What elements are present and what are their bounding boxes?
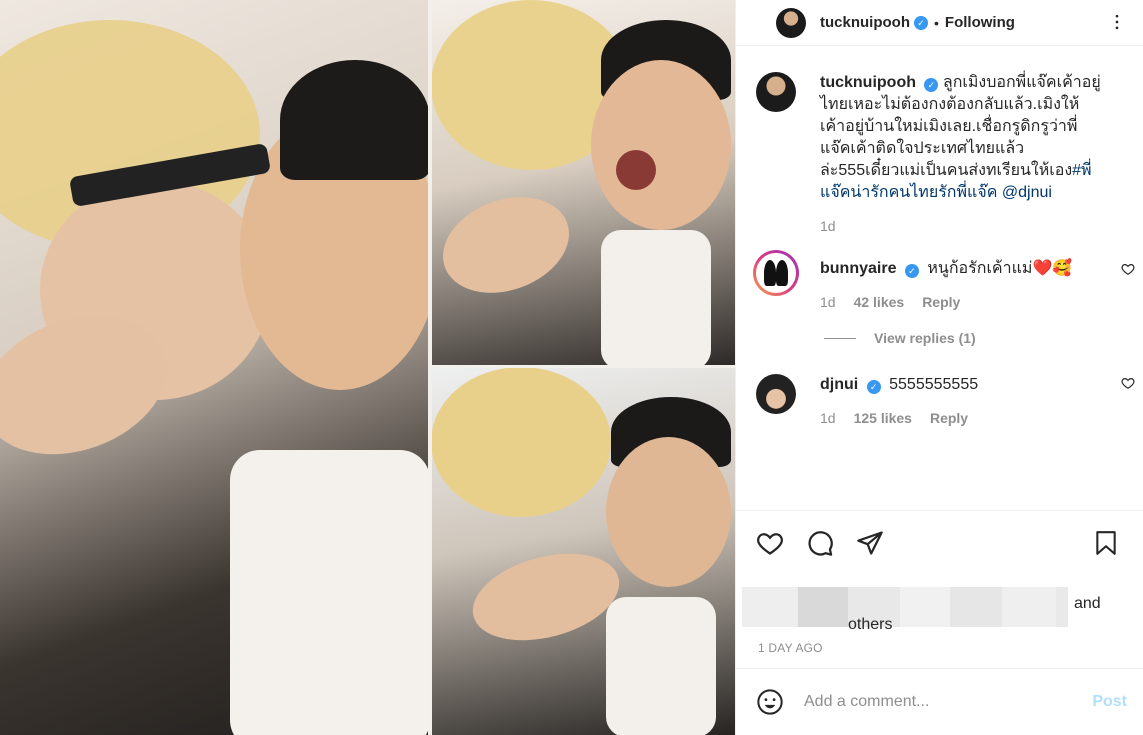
- comment-meta: 1d 125 likes Reply: [820, 410, 1103, 426]
- comment-meta: 1d 42 likes Reply: [820, 294, 1103, 310]
- verified-icon: ✓: [866, 380, 881, 394]
- verified-icon: ✓: [914, 15, 928, 30]
- comment-username[interactable]: bunnyaire: [820, 260, 896, 277]
- comment-body: หนูก้อรักเค้าแม่: [927, 260, 1033, 277]
- post-media[interactable]: [0, 0, 735, 735]
- comment-input[interactable]: Add a comment...: [804, 693, 1092, 711]
- comment-time: 1d: [820, 410, 836, 426]
- caption-mention[interactable]: @djnui: [1002, 184, 1052, 201]
- replies-line: [824, 337, 856, 339]
- comment-item: bunnyaire ✓ หนูก้อรักเค้าแม่❤️🥰 1d 42 li…: [736, 250, 1143, 310]
- bookmark-icon[interactable]: [1093, 529, 1119, 557]
- collage-divider: [431, 365, 735, 368]
- likes-summary: and others: [742, 583, 1127, 634]
- blurred-avatar: [742, 587, 798, 627]
- photo-panel-top-right: [431, 0, 735, 367]
- post-header: tucknuipooh ✓ • Following: [736, 0, 1143, 46]
- author-avatar[interactable]: [776, 7, 806, 38]
- comment-text: djnui ✓ 5555555555: [820, 374, 1103, 396]
- reply-button[interactable]: Reply: [922, 294, 960, 310]
- verified-icon: ✓: [924, 78, 939, 92]
- comment-username[interactable]: djnui: [820, 376, 858, 393]
- more-icon[interactable]: [1107, 12, 1127, 32]
- comment-body: 5555555555: [889, 376, 979, 393]
- comment-likes[interactable]: 42 likes: [854, 294, 905, 310]
- add-comment-bar: Add a comment... Post: [736, 668, 1143, 735]
- action-bar: [756, 529, 1127, 557]
- heart-icon[interactable]: [1121, 262, 1135, 276]
- heart-icon[interactable]: [756, 529, 784, 557]
- likes-others-link[interactable]: others: [848, 616, 892, 634]
- comment-icon[interactable]: [806, 529, 834, 557]
- blurred-avatar: [900, 587, 950, 627]
- author-avatar[interactable]: [756, 72, 796, 112]
- caption-username[interactable]: tucknuipooh: [820, 74, 916, 91]
- likes-and-text: and: [1074, 595, 1101, 612]
- post-sidebar: tucknuipooh ✓ • Following tucknuipooh ✓ …: [735, 0, 1143, 735]
- reply-button[interactable]: Reply: [930, 410, 968, 426]
- view-replies-label: View replies (1): [874, 330, 976, 346]
- caption-meta: 1d: [820, 218, 1103, 234]
- commenter-avatar[interactable]: [756, 374, 796, 414]
- emoji-icon[interactable]: [756, 688, 784, 716]
- comment-text: bunnyaire ✓ หนูก้อรักเค้าแม่❤️🥰: [820, 250, 1103, 280]
- caption-text: tucknuipooh ✓ ลูกเมิงบอกพี่แจ๊คเค้าอยู่ไ…: [820, 72, 1103, 204]
- caption: tucknuipooh ✓ ลูกเมิงบอกพี่แจ๊คเค้าอยู่ไ…: [736, 72, 1143, 234]
- post-button[interactable]: Post: [1092, 693, 1127, 711]
- caption-time: 1d: [820, 218, 836, 234]
- following-button[interactable]: Following: [945, 14, 1015, 31]
- photo-panel-left: [0, 0, 431, 735]
- photo-panel-bottom-right: [431, 367, 735, 735]
- heart-icon[interactable]: [1121, 376, 1135, 390]
- post-timestamp: 1 DAY AGO: [758, 641, 823, 655]
- blurred-avatar: [1056, 587, 1068, 627]
- blurred-avatar: [1002, 587, 1056, 627]
- share-icon[interactable]: [856, 529, 884, 557]
- blurred-avatar: [950, 587, 1002, 627]
- commenter-avatar[interactable]: [753, 250, 799, 296]
- comment-likes[interactable]: 125 likes: [854, 410, 912, 426]
- comment-item: djnui ✓ 5555555555 1d 125 likes Reply: [736, 374, 1143, 426]
- post-actions: and others 1 DAY AGO: [736, 510, 1143, 655]
- author-username[interactable]: tucknuipooh: [820, 14, 910, 31]
- comment-time: 1d: [820, 294, 836, 310]
- separator-dot: •: [934, 14, 939, 31]
- blurred-avatar: [798, 587, 848, 627]
- comment-emoji: ❤️🥰: [1032, 260, 1073, 277]
- verified-icon: ✓: [904, 264, 919, 278]
- view-replies-button[interactable]: View replies (1): [824, 330, 1143, 346]
- comments-list: tucknuipooh ✓ ลูกเมิงบอกพี่แจ๊คเค้าอยู่ไ…: [736, 62, 1143, 510]
